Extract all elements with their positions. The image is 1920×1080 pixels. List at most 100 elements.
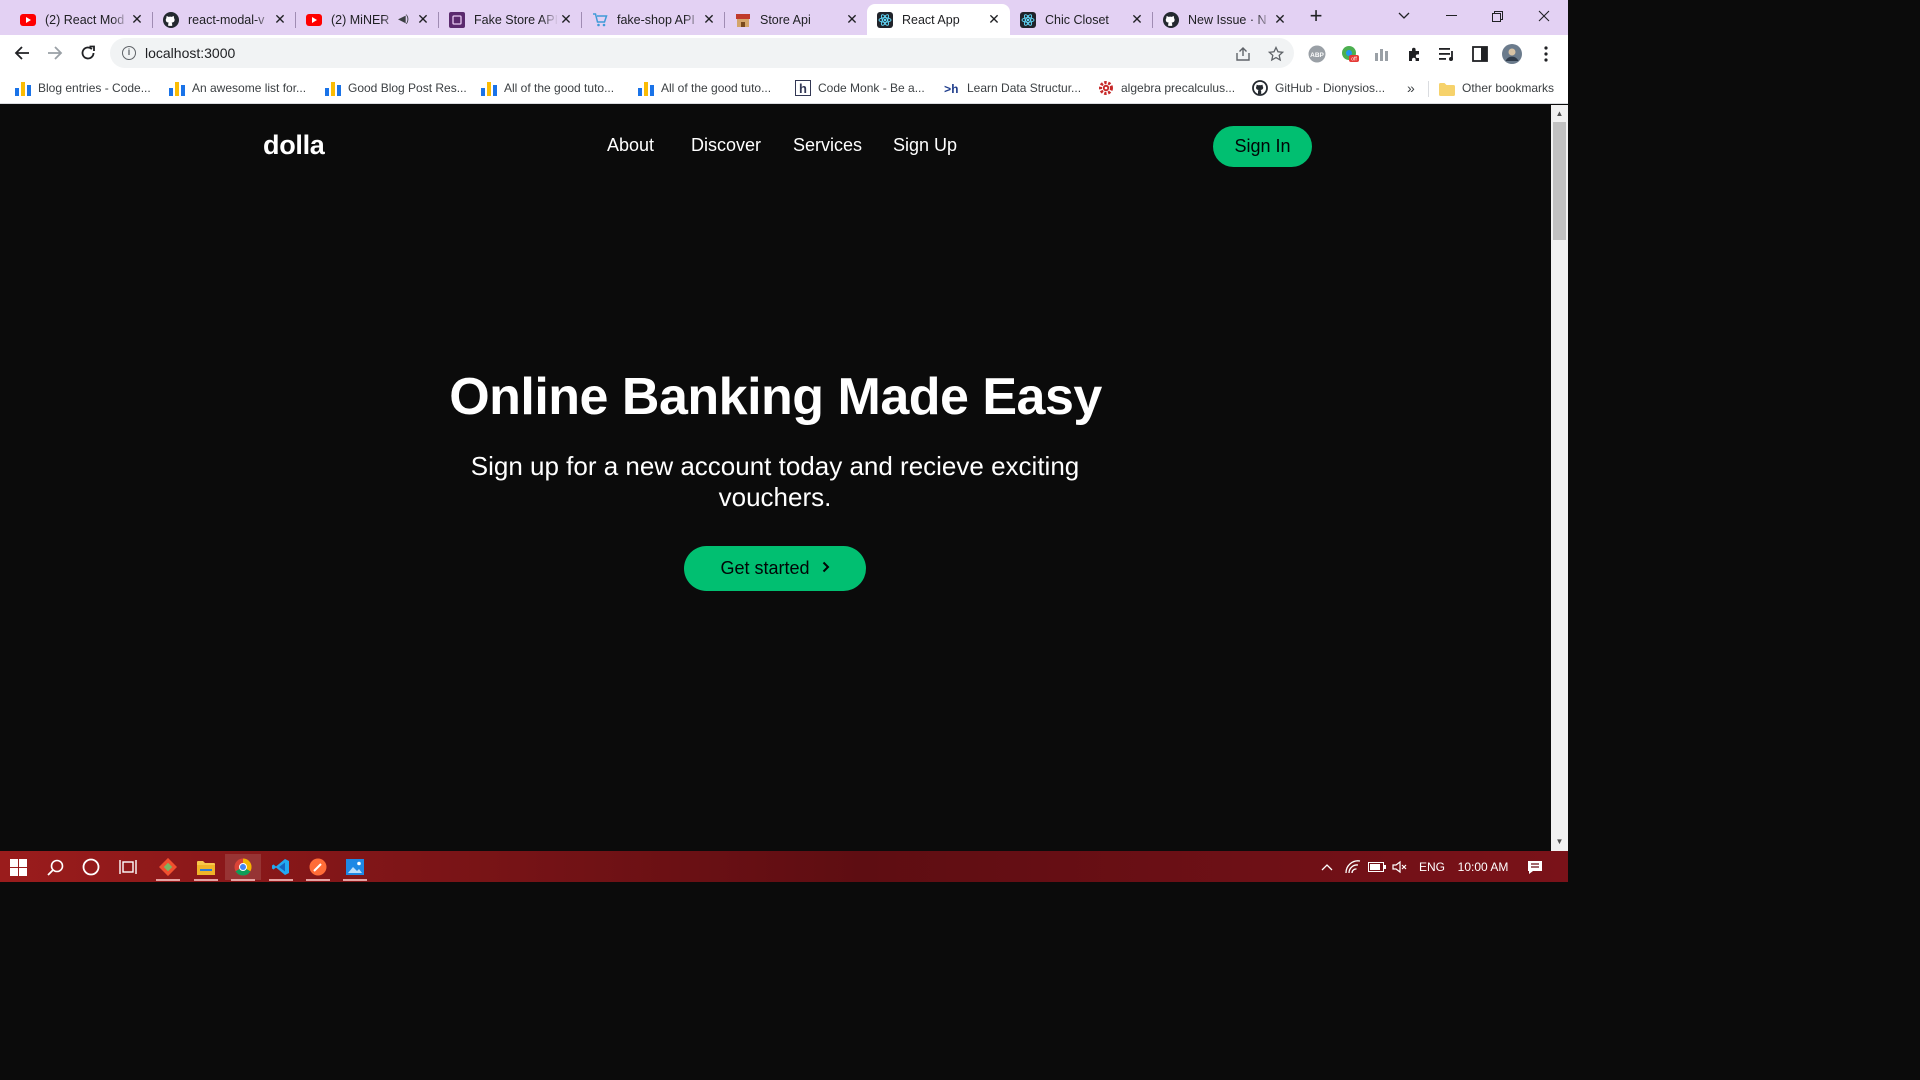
bookmarks-overflow-button[interactable]: »	[1407, 78, 1415, 98]
reading-list-icon[interactable]	[1437, 44, 1457, 64]
chrome-icon[interactable]	[225, 854, 261, 881]
tab[interactable]: Fake Store API ✕	[439, 4, 582, 35]
bookmark-item[interactable]: h Code Monk - Be a...	[795, 78, 925, 98]
bookmark-item[interactable]: GitHub - Dionysios...	[1252, 78, 1385, 98]
bookmark-item[interactable]: >h Learn Data Structur...	[944, 78, 1081, 98]
tab-search-icon[interactable]	[1381, 0, 1427, 32]
reload-icon[interactable]	[74, 39, 102, 67]
bookmark-item[interactable]: Good Blog Post Res...	[325, 78, 467, 98]
tab-title: Chic Closet	[1045, 12, 1109, 27]
bookmark-item[interactable]: algebra precalculus...	[1098, 78, 1235, 98]
hero-subtitle: Sign up for a new account today and reci…	[470, 451, 1080, 512]
hackerearth-icon: h	[795, 80, 811, 96]
task-view-icon[interactable]	[110, 854, 146, 880]
vertical-scrollbar[interactable]: ▲ ▼	[1551, 105, 1568, 851]
get-started-label: Get started	[720, 558, 810, 578]
scrollbar-thumb[interactable]	[1553, 122, 1566, 240]
tab[interactable]: Store Api ✕	[725, 4, 868, 35]
bookmark-item[interactable]: An awesome list for...	[169, 78, 306, 98]
sign-in-button[interactable]: Sign In	[1213, 126, 1312, 167]
tab[interactable]: react-modal-v ✕	[153, 4, 296, 35]
close-tab-icon[interactable]: ✕	[415, 11, 431, 28]
close-tab-icon[interactable]: ✕	[1129, 11, 1145, 28]
nav-about[interactable]: About	[607, 135, 654, 156]
address-bar[interactable]: i localhost:3000	[110, 38, 1294, 68]
other-bookmarks[interactable]: Other bookmarks	[1439, 78, 1554, 98]
chrome-extension-off-icon[interactable]: off	[1340, 44, 1360, 64]
windows-start-icon[interactable]	[0, 854, 36, 880]
tab[interactable]: (2) MiNER ◀) ✕	[296, 4, 439, 35]
close-tab-icon[interactable]: ✕	[272, 11, 288, 28]
youtube-icon	[20, 12, 36, 28]
clock[interactable]: 10:00 AM	[1452, 858, 1514, 876]
site-info-icon[interactable]: i	[122, 46, 136, 60]
tab[interactable]: fake-shop API ✕	[582, 4, 725, 35]
extensions-puzzle-icon[interactable]	[1405, 44, 1425, 64]
tab-strip: (2) React Mod ✕ react-modal-v ✕ (2) MiNE…	[0, 0, 1568, 35]
wifi-icon[interactable]	[1343, 858, 1363, 876]
bookmark-item[interactable]: Blog entries - Code...	[15, 78, 151, 98]
profile-avatar[interactable]	[1502, 44, 1522, 64]
nav-discover[interactable]: Discover	[691, 135, 761, 156]
get-started-button[interactable]: Get started	[684, 546, 866, 591]
svg-text:off: off	[1351, 57, 1357, 63]
cortana-icon[interactable]	[73, 854, 109, 880]
nav-services[interactable]: Services	[793, 135, 862, 156]
adblock-icon[interactable]: ABP	[1307, 44, 1327, 64]
menu-kebab-icon[interactable]	[1536, 44, 1556, 64]
close-tab-icon[interactable]: ✕	[558, 11, 574, 28]
restore-button[interactable]	[1474, 0, 1520, 32]
url-text[interactable]: localhost:3000	[145, 45, 235, 61]
fake-store-icon	[449, 11, 465, 28]
vscode-icon[interactable]	[263, 854, 299, 881]
forward-icon[interactable]	[41, 39, 69, 67]
github-icon	[163, 11, 179, 28]
hero-title: Online Banking Made Easy	[449, 368, 1102, 426]
scroll-down-arrow-icon[interactable]: ▼	[1551, 835, 1568, 849]
svg-text:h: h	[799, 81, 807, 96]
close-tab-icon[interactable]: ✕	[844, 11, 860, 28]
metrics-extension-icon[interactable]	[1372, 44, 1392, 64]
scroll-up-arrow-icon[interactable]: ▲	[1551, 107, 1568, 121]
share-icon[interactable]	[1234, 45, 1252, 63]
close-tab-icon[interactable]: ✕	[1272, 11, 1288, 28]
battery-icon[interactable]	[1366, 858, 1388, 876]
bookmark-item[interactable]: All of the good tuto...	[638, 78, 771, 98]
speaker-icon[interactable]: ◀)	[398, 14, 409, 25]
volume-muted-icon[interactable]	[1390, 858, 1410, 876]
gear-icon	[1098, 80, 1114, 96]
page-content: dolla About Discover Services Sign Up Si…	[0, 105, 1551, 851]
tab-title: (2) React Mod	[45, 12, 125, 27]
nav-sign-up[interactable]: Sign Up	[893, 135, 957, 156]
side-panel-icon[interactable]	[1470, 44, 1490, 64]
language-indicator[interactable]: ENG	[1418, 858, 1446, 876]
search-icon[interactable]	[37, 854, 73, 880]
site-logo[interactable]: dolla	[263, 130, 325, 161]
postman-icon[interactable]	[300, 854, 336, 881]
tab-title: fake-shop API	[617, 12, 695, 27]
back-icon[interactable]	[8, 39, 36, 67]
close-tab-icon[interactable]: ✕	[701, 11, 717, 28]
tab-title: New Issue · N	[1188, 12, 1267, 27]
photos-icon[interactable]	[337, 854, 373, 881]
tab[interactable]: Chic Closet ✕	[1010, 4, 1153, 35]
bookmark-star-icon[interactable]	[1267, 45, 1285, 63]
tab-title: Fake Store API	[474, 12, 558, 27]
chevron-up-icon[interactable]	[1318, 858, 1336, 876]
tab[interactable]: New Issue · N ✕	[1153, 4, 1296, 35]
bookmark-item[interactable]: All of the good tuto...	[481, 78, 614, 98]
bookmarks-divider	[1428, 81, 1429, 97]
file-explorer-icon[interactable]	[188, 854, 224, 881]
close-tab-icon[interactable]: ✕	[129, 11, 145, 28]
tab[interactable]: (2) React Mod ✕	[10, 4, 153, 35]
svg-text:ABP: ABP	[1310, 52, 1324, 59]
notifications-icon[interactable]	[1524, 858, 1546, 876]
tab-active[interactable]: React App ✕	[867, 4, 1010, 35]
minimize-button[interactable]	[1428, 0, 1474, 32]
shopping-cart-icon	[592, 12, 608, 28]
close-tab-icon[interactable]: ✕	[986, 11, 1002, 28]
new-tab-button[interactable]: +	[1305, 5, 1327, 28]
git-icon[interactable]	[150, 854, 186, 881]
close-window-button[interactable]	[1521, 0, 1567, 32]
bar-chart-icon	[325, 80, 341, 96]
